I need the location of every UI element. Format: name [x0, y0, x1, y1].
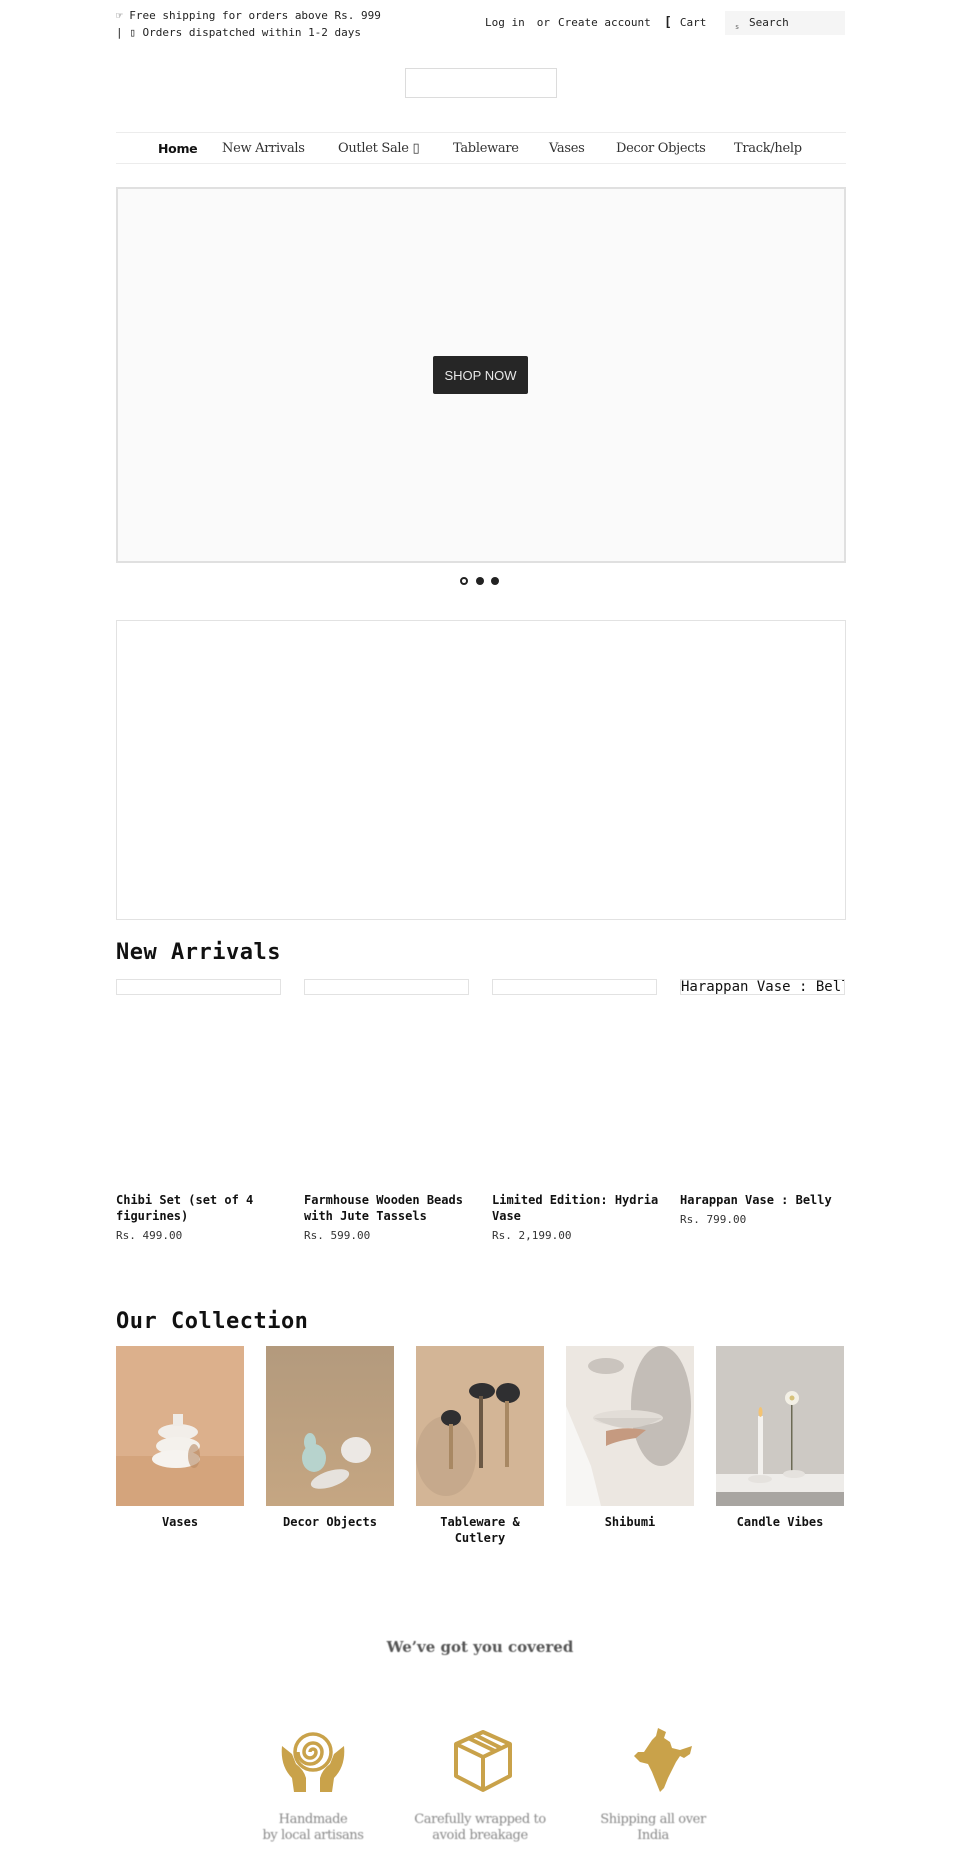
cart-link[interactable]: [ Cart: [664, 15, 706, 30]
feature-handmade: Handmade by local artisans: [262, 1812, 364, 1843]
slider-dot-2[interactable]: [476, 577, 484, 585]
nav-item-home[interactable]: Home: [158, 141, 198, 156]
nav-item-vases[interactable]: Vases: [549, 141, 585, 156]
product-image[interactable]: Harappan Vase : Belly: [680, 979, 845, 995]
new-arrivals-title: New Arrivals: [116, 940, 281, 965]
product-name[interactable]: Harappan Vase : Belly: [680, 1192, 850, 1208]
product-price: Rs. 2,199.00: [492, 1229, 572, 1242]
slider-dot-3[interactable]: [491, 577, 499, 585]
main-nav: Home New Arrivals Outlet Sale ▯ Tablewar…: [116, 132, 846, 164]
collection-label[interactable]: Tableware & Cutlery: [416, 1514, 544, 1546]
cart-label: Cart: [679, 16, 707, 29]
shop-now-button[interactable]: SHOP NOW: [433, 356, 528, 394]
collection-image-shibumi[interactable]: [566, 1346, 694, 1506]
feature-wrapped: Carefully wrapped to avoid breakage: [414, 1812, 546, 1843]
collection-image-candle-vibes[interactable]: [716, 1346, 844, 1506]
decor-photo: [266, 1346, 394, 1506]
vase-photo: [116, 1346, 244, 1506]
login-link[interactable]: Log in: [485, 16, 525, 29]
search-input[interactable]: s Search: [725, 11, 845, 35]
nav-item-decor-objects[interactable]: Decor Objects: [616, 141, 706, 156]
features-title: We’ve got you covered: [386, 1638, 574, 1656]
box-icon: [448, 1726, 518, 1796]
candle-photo: [716, 1346, 844, 1506]
box-glyph-icon: | ▯: [116, 26, 136, 39]
slider-dot-1[interactable]: [460, 577, 468, 585]
slider-dots: [460, 577, 505, 587]
collection-label[interactable]: Candle Vibes: [716, 1514, 844, 1530]
dispatch-notice: | ▯ Orders dispatched within 1-2 days: [116, 26, 362, 39]
collection-image-tableware[interactable]: [416, 1346, 544, 1506]
product-price: Rs. 599.00: [304, 1229, 371, 1242]
site-logo[interactable]: [405, 68, 557, 98]
shipping-notice: ☞ Free shipping for orders above Rs. 999: [116, 9, 381, 22]
product-name[interactable]: Chibi Set (set of 4 figurines): [116, 1192, 286, 1224]
nav-item-tableware[interactable]: Tableware: [453, 141, 519, 156]
pointing-hand-icon: ☞: [116, 9, 123, 22]
or-text: or: [536, 16, 550, 29]
feature-shipping: Shipping all over India: [600, 1812, 706, 1843]
product-price: Rs. 799.00: [680, 1213, 747, 1226]
collection-image-vases[interactable]: [116, 1346, 244, 1506]
product-image[interactable]: [492, 979, 657, 995]
collection-label[interactable]: Vases: [116, 1514, 244, 1530]
product-name[interactable]: Farmhouse Wooden Beads with Jute Tassels: [304, 1192, 474, 1224]
create-account-link[interactable]: Create account: [558, 16, 651, 29]
our-collection-title: Our Collection: [116, 1309, 309, 1334]
cart-icon: [: [664, 15, 672, 30]
product-price: Rs. 499.00: [116, 1229, 183, 1242]
product-image[interactable]: [304, 979, 469, 995]
collection-label[interactable]: Shibumi: [566, 1514, 694, 1530]
product-image[interactable]: [116, 979, 281, 995]
shibumi-photo: [566, 1346, 694, 1506]
hands-spiral-icon: [278, 1726, 348, 1796]
account-links: Log in or Create account: [485, 16, 659, 29]
tableware-photo: [416, 1346, 544, 1506]
search-icon: s: [735, 23, 740, 31]
collection-image-decor-objects[interactable]: [266, 1346, 394, 1506]
search-placeholder: Search: [749, 16, 789, 29]
collection-label[interactable]: Decor Objects: [266, 1514, 394, 1530]
nav-item-new-arrivals[interactable]: New Arrivals: [222, 141, 305, 156]
india-map-icon: [628, 1726, 698, 1796]
announcement-bar: ☞ Free shipping for orders above Rs. 999…: [116, 7, 381, 41]
promo-banner[interactable]: [116, 620, 846, 920]
product-name[interactable]: Limited Edition: Hydria Vase: [492, 1192, 662, 1224]
nav-item-track-help[interactable]: Track/help: [734, 141, 802, 156]
nav-item-outlet-sale[interactable]: Outlet Sale ▯: [338, 141, 420, 156]
